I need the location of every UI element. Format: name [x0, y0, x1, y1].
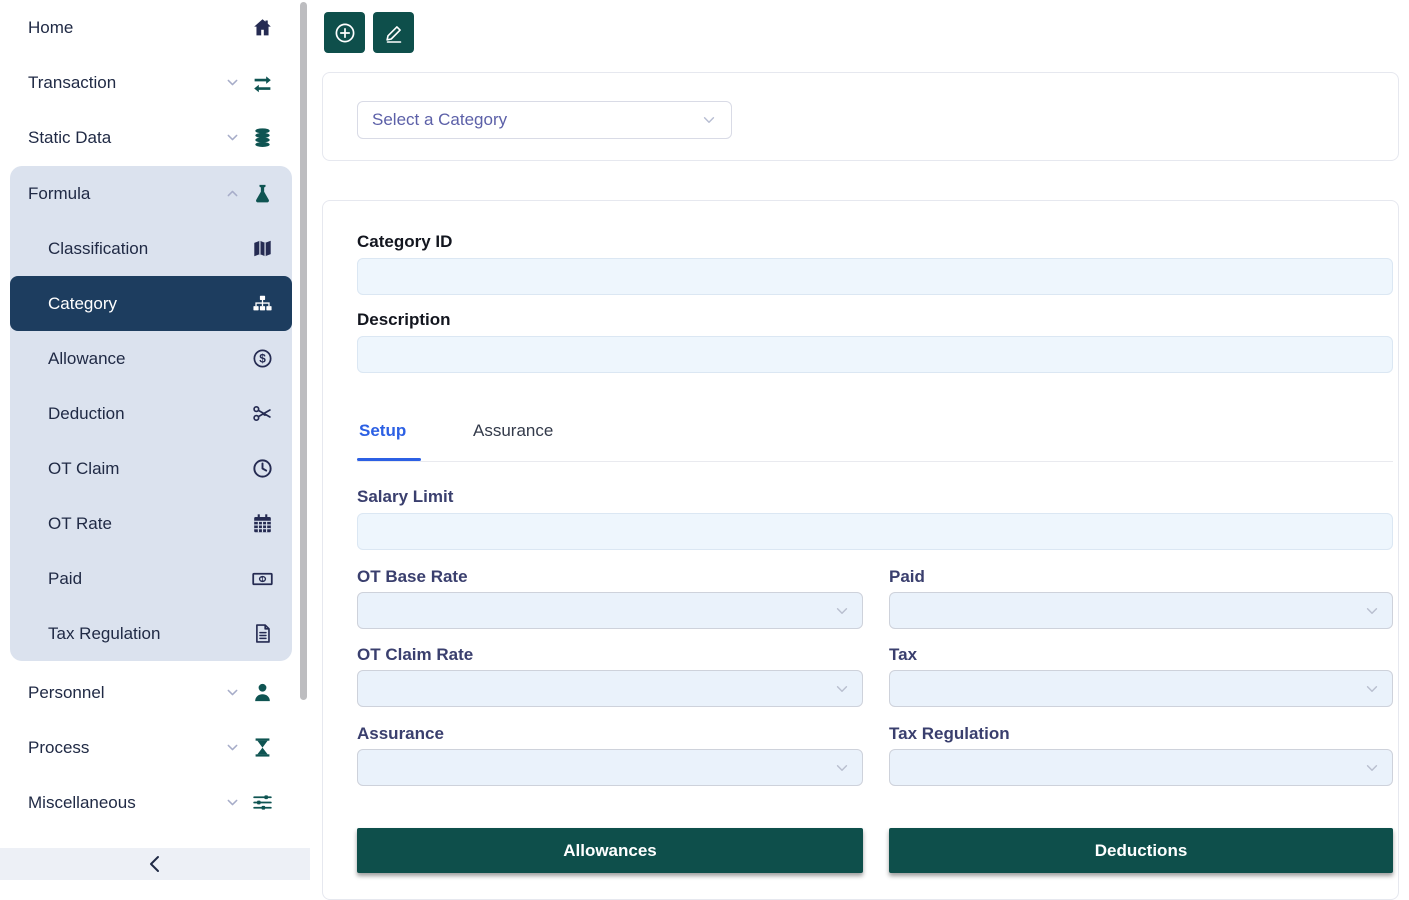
toolbar — [324, 12, 414, 53]
tax-label: Tax — [889, 645, 1393, 665]
chevron-down-icon — [1364, 760, 1380, 776]
dollar-circle-icon: $ — [252, 348, 273, 369]
chevron-down-icon — [834, 760, 850, 776]
chevron-down-icon — [701, 112, 717, 128]
tab-assurance[interactable]: Assurance — [473, 421, 553, 441]
sidebar-item-label: OT Claim — [48, 459, 252, 479]
hourglass-icon — [252, 737, 273, 758]
sidebar-item-label: OT Rate — [48, 514, 252, 534]
ot-claim-rate-label: OT Claim Rate — [357, 645, 863, 665]
category-id-input[interactable] — [357, 258, 1393, 295]
paid-select[interactable] — [889, 592, 1393, 629]
scissors-icon — [252, 403, 273, 424]
map-icon — [252, 239, 273, 258]
circle-plus-icon — [333, 21, 357, 45]
sidebar-item-ot-claim[interactable]: OT Claim — [10, 441, 292, 496]
chevron-down-icon — [225, 685, 240, 700]
sidebar-item-label: Transaction — [28, 73, 225, 93]
salary-limit-input[interactable] — [357, 513, 1393, 550]
flask-icon — [252, 183, 273, 204]
calendar-icon — [252, 513, 273, 534]
category-select[interactable]: Select a Category — [357, 101, 732, 139]
category-select-placeholder: Select a Category — [372, 110, 701, 130]
sidebar-item-label: Category — [48, 294, 252, 314]
chevron-down-icon — [225, 795, 240, 810]
pencil-icon — [383, 22, 405, 44]
svg-text:$: $ — [259, 352, 266, 366]
tabs-divider — [357, 461, 1393, 462]
sitemap-icon — [252, 294, 273, 313]
tax-select[interactable] — [889, 670, 1393, 707]
deductions-button[interactable]: Deductions — [889, 828, 1393, 873]
sidebar-item-paid[interactable]: Paid 1 — [10, 551, 292, 606]
svg-text:1: 1 — [261, 576, 264, 582]
sidebar-item-label: Process — [28, 738, 225, 758]
tab-setup[interactable]: Setup — [359, 421, 406, 441]
transfer-arrows-icon — [252, 73, 273, 93]
sidebar-item-classification[interactable]: Classification — [10, 221, 292, 276]
sidebar-item-label: Static Data — [28, 128, 225, 148]
add-button[interactable] — [324, 12, 365, 53]
sidebar-item-ot-rate[interactable]: OT Rate — [10, 496, 292, 551]
salary-limit-label: Salary Limit — [357, 487, 453, 507]
ot-claim-rate-select[interactable] — [357, 670, 863, 707]
edit-button[interactable] — [373, 12, 414, 53]
sidebar-item-label: Classification — [48, 239, 252, 259]
chevron-up-icon — [225, 186, 240, 201]
sidebar-scrollbar[interactable] — [300, 2, 307, 700]
sidebar-item-home[interactable]: Home — [10, 0, 292, 55]
assurance-select[interactable] — [357, 749, 863, 786]
chevron-down-icon — [225, 130, 240, 145]
sidebar-item-allowance[interactable]: Allowance $ — [10, 331, 292, 386]
sidebar-item-label: Deduction — [48, 404, 252, 424]
document-icon — [252, 623, 273, 644]
sidebar-item-label: Personnel — [28, 683, 225, 703]
main-content: Select a Category Category ID Descriptio… — [310, 0, 1409, 880]
sidebar-item-label: Tax Regulation — [48, 624, 252, 644]
chevron-down-icon — [1364, 603, 1380, 619]
sidebar: Home Transaction Static Data Formula — [0, 0, 310, 880]
sidebar-item-tax-regulation[interactable]: Tax Regulation — [10, 606, 292, 661]
sidebar-item-label: Miscellaneous — [28, 793, 225, 813]
sidebar-item-label: Paid — [48, 569, 252, 589]
clock-icon — [252, 458, 273, 479]
chevron-down-icon — [834, 681, 850, 697]
chevron-down-icon — [225, 75, 240, 90]
ot-base-rate-label: OT Base Rate — [357, 567, 863, 587]
home-icon — [252, 17, 273, 38]
sidebar-item-label: Home — [28, 18, 252, 38]
category-editor-card: Category ID Description Setup Assurance … — [322, 200, 1399, 900]
sidebar-item-process[interactable]: Process — [10, 720, 292, 775]
category-picker-card: Select a Category — [322, 72, 1399, 161]
category-id-label: Category ID — [357, 232, 452, 252]
description-input[interactable] — [357, 336, 1393, 373]
paid-label: Paid — [889, 567, 1393, 587]
tax-regulation-select[interactable] — [889, 749, 1393, 786]
sidebar-item-label: Allowance — [48, 349, 252, 369]
ot-base-rate-select[interactable] — [357, 592, 863, 629]
tax-regulation-label: Tax Regulation — [889, 724, 1393, 744]
sidebar-item-personnel[interactable]: Personnel — [10, 665, 292, 720]
sidebar-item-label: Formula — [28, 184, 225, 204]
allowances-button[interactable]: Allowances — [357, 828, 863, 873]
chevron-down-icon — [834, 603, 850, 619]
sidebar-item-category[interactable]: Category — [10, 276, 292, 331]
sidebar-group-formula: Formula Classification Category Allowanc… — [10, 166, 292, 661]
assurance-label: Assurance — [357, 724, 863, 744]
money-bill-icon: 1 — [252, 570, 273, 588]
chevron-down-icon — [1364, 681, 1380, 697]
sidebar-item-formula[interactable]: Formula — [10, 166, 292, 221]
sidebar-item-transaction[interactable]: Transaction — [10, 55, 292, 110]
sliders-icon — [252, 792, 273, 813]
sidebar-item-deduction[interactable]: Deduction — [10, 386, 292, 441]
sidebar-item-static-data[interactable]: Static Data — [10, 110, 292, 165]
user-icon — [252, 682, 273, 703]
sidebar-item-miscellaneous[interactable]: Miscellaneous — [10, 775, 292, 830]
sidebar-collapse-button[interactable] — [0, 848, 310, 880]
chevron-left-icon — [146, 853, 164, 875]
database-icon — [252, 127, 273, 148]
chevron-down-icon — [225, 740, 240, 755]
description-label: Description — [357, 310, 451, 330]
